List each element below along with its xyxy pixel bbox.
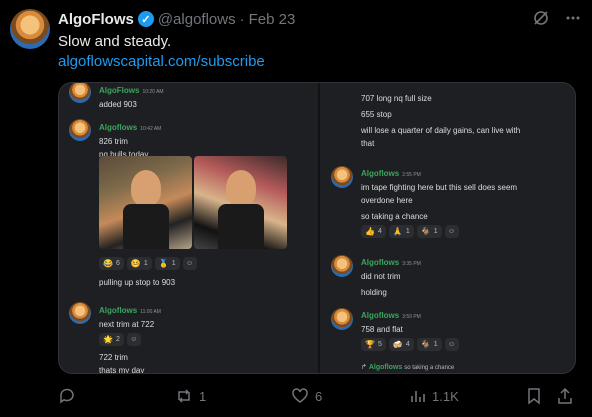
attachment-photo [194, 156, 287, 249]
message-line: 655 stop [361, 110, 392, 119]
msg-avatar [69, 302, 91, 324]
discord-username: Algoflows [361, 311, 400, 320]
discord-message: Algoflows 3:35 PM did not trim holding [361, 252, 421, 299]
reply-preview: ↱ Algoflows so taking a chance [361, 363, 454, 371]
discord-timestamp: 3:59 PM [402, 314, 421, 320]
reaction-chip[interactable]: 🍻 4 [388, 338, 414, 351]
reply-button[interactable] [58, 387, 82, 405]
msg-avatar [331, 308, 353, 330]
add-reaction-icon[interactable]: ☺ [444, 225, 459, 238]
discord-message: AlgoFlows 10:20 AM added 903 [99, 83, 164, 111]
separator: · [239, 10, 245, 28]
reaction-chip[interactable]: 🌟 2 [99, 333, 124, 346]
tweet-date[interactable]: Feb 23 [249, 11, 296, 28]
analytics-icon [411, 391, 425, 402]
message-line: will lose a quarter of daily gains, can … [361, 126, 521, 135]
discord-message: Algoflows 2:55 PM im tape fighting here b… [361, 163, 517, 238]
message-line: added 903 [99, 100, 137, 109]
discord-timestamp: 2:55 PM [402, 172, 421, 178]
share-button[interactable] [556, 387, 574, 405]
tweet-header: AlgoFlows ✓ @algoflows · Feb 23 [58, 9, 295, 29]
discord-message: 707 long nq full size 655 stop will lose… [361, 83, 521, 150]
add-reaction-icon[interactable]: ☺ [182, 257, 197, 270]
reaction-row: 😂 6 🤒 1 🥇 1 ☺ [99, 255, 197, 270]
message-line: overdone here [361, 196, 413, 205]
like-button[interactable]: 6 [291, 387, 322, 405]
views-count: 1.1K [432, 388, 459, 404]
reaction-chip[interactable]: 🤒 1 [126, 257, 152, 270]
reaction-chip[interactable]: 🥇 1 [154, 257, 180, 270]
reply-text: so taking a chance [404, 365, 455, 371]
discord-message: pulling up stop to 903 [99, 276, 175, 289]
message-line: did not trim [361, 272, 401, 281]
discord-username: Algoflows [361, 169, 400, 178]
subscribe-link[interactable]: algoflowscapital.com/subscribe [58, 52, 265, 72]
like-count: 6 [315, 388, 323, 404]
reply-username: Algoflows [368, 364, 403, 371]
message-line: holding [361, 288, 387, 297]
tweet-text: Slow and steady. algoflowscapital.com/su… [58, 32, 265, 72]
msg-avatar [69, 119, 91, 141]
grok-icon[interactable] [532, 9, 550, 32]
verified-badge-icon: ✓ [137, 11, 154, 27]
reaction-chip[interactable]: 👍 4 [361, 225, 386, 238]
discord-username: Algoflows [361, 258, 400, 267]
reply-icon [60, 388, 74, 404]
discord-message: Algoflows 11:00 AM next trim at 722 🌟 2 ☺ … [99, 300, 161, 374]
author-handle[interactable]: @algoflows [158, 11, 236, 28]
bookmark-icon [528, 388, 540, 405]
tweet-action-bar: 1 6 1.1K [58, 386, 578, 406]
discord-message: Algoflows 3:59 PM 758 and flat 🏆 5 🍻 4 🐐 1 ☺ [361, 305, 459, 351]
discord-username: Algoflows [99, 306, 138, 315]
attachment-photo [99, 156, 192, 249]
discord-timestamp: 10:42 AM [140, 126, 162, 132]
heart-icon [292, 388, 308, 403]
msg-avatar [331, 255, 353, 277]
message-line: thats my day [99, 366, 145, 374]
message-line: im tape fighting here but this sell does… [361, 183, 518, 192]
reaction-chip[interactable]: 🐐 1 [416, 225, 442, 238]
discord-timestamp: 3:35 PM [402, 261, 421, 267]
reaction-chip[interactable]: 🙏 1 [388, 225, 414, 238]
author-avatar[interactable] [10, 9, 50, 49]
bookmark-button[interactable] [525, 387, 543, 405]
discord-username: AlgoFlows [99, 86, 140, 95]
discord-username: Algoflows [99, 123, 138, 132]
retweet-button[interactable]: 1 [175, 387, 206, 405]
message-line: 826 trim [99, 137, 128, 146]
reaction-chip[interactable]: 😂 6 [99, 257, 124, 270]
tweet-media-image[interactable]: AlgoFlows 10:20 AM added 903 Algoflows 10:… [58, 82, 576, 374]
add-reaction-icon[interactable]: ☺ [444, 338, 459, 351]
msg-avatar [331, 166, 353, 188]
message-line: so taking a chance [361, 212, 428, 221]
message-line: that [361, 139, 375, 148]
discord-message: Algoflows 10:42 AM 826 trim nq bulls toda… [99, 117, 161, 161]
message-line: 758 and flat [361, 325, 403, 334]
add-reaction-icon[interactable]: ☺ [126, 333, 141, 346]
message-line: 707 long nq full size [361, 94, 432, 103]
share-icon [558, 387, 572, 404]
reaction-chip[interactable]: 🐐 1 [416, 338, 442, 351]
message-line: next trim at 722 [99, 320, 155, 329]
msg-avatar [69, 83, 91, 103]
tweet-body: Slow and steady. [58, 33, 172, 50]
retweet-count: 1 [199, 388, 207, 404]
reaction-chip[interactable]: 🏆 5 [361, 338, 386, 351]
message-line: pulling up stop to 903 [99, 278, 176, 287]
tweet-top-actions [532, 9, 582, 32]
discord-timestamp: 11:00 AM [140, 309, 161, 315]
views-button[interactable]: 1.1K [408, 387, 459, 405]
retweet-icon [178, 389, 190, 403]
panel-divider [318, 83, 320, 373]
more-options-icon[interactable] [564, 9, 582, 32]
message-line: 722 trim [99, 353, 128, 362]
reply-arrow-icon: ↱ [361, 364, 367, 371]
author-name[interactable]: AlgoFlows [58, 11, 134, 28]
discord-timestamp: 10:20 AM [142, 89, 164, 95]
